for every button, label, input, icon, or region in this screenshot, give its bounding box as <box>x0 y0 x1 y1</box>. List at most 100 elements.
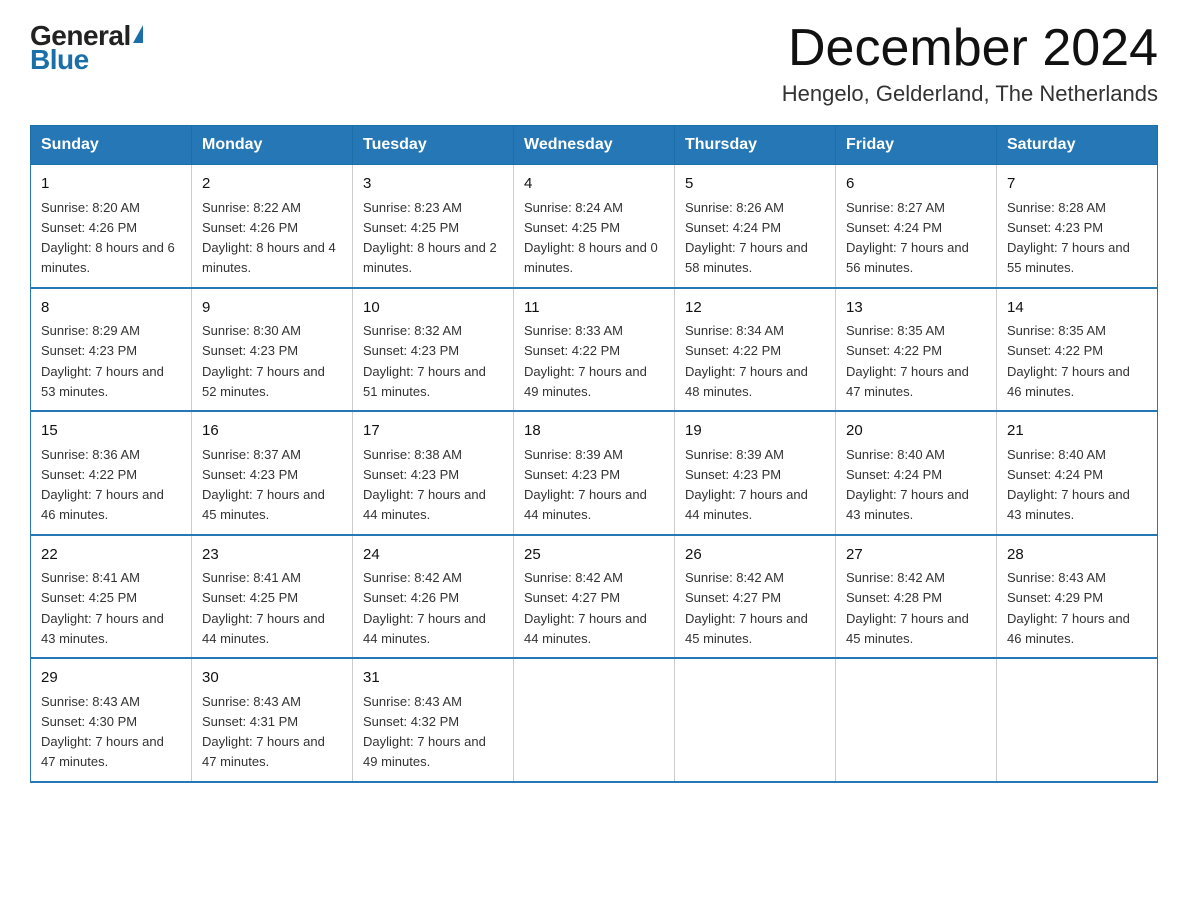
day-info: Sunrise: 8:36 AMSunset: 4:22 PMDaylight:… <box>41 447 164 523</box>
calendar-cell: 3 Sunrise: 8:23 AMSunset: 4:25 PMDaylight… <box>353 165 514 288</box>
day-info: Sunrise: 8:22 AMSunset: 4:26 PMDaylight:… <box>202 200 336 276</box>
calendar-cell: 12 Sunrise: 8:34 AMSunset: 4:22 PMDayligh… <box>675 288 836 412</box>
calendar-cell: 11Sunrise: 8:33 AMSunset: 4:22 PMDayligh… <box>514 288 675 412</box>
calendar-cell: 16Sunrise: 8:37 AMSunset: 4:23 PMDayligh… <box>192 411 353 535</box>
calendar-cell: 19 Sunrise: 8:39 AMSunset: 4:23 PMDayligh… <box>675 411 836 535</box>
calendar-cell: 28 Sunrise: 8:43 AMSunset: 4:29 PMDayligh… <box>997 535 1158 659</box>
day-info: Sunrise: 8:30 AMSunset: 4:23 PMDaylight:… <box>202 323 325 399</box>
day-number: 31 <box>363 667 503 690</box>
calendar-cell: 2 Sunrise: 8:22 AMSunset: 4:26 PMDaylight… <box>192 165 353 288</box>
day-number: 8 <box>41 297 181 320</box>
day-number: 21 <box>1007 420 1147 443</box>
calendar-cell: 7 Sunrise: 8:28 AMSunset: 4:23 PMDaylight… <box>997 165 1158 288</box>
day-info: Sunrise: 8:39 AMSunset: 4:23 PMDaylight:… <box>524 447 647 523</box>
day-info: Sunrise: 8:39 AMSunset: 4:23 PMDaylight:… <box>685 447 808 523</box>
calendar-cell: 30Sunrise: 8:43 AMSunset: 4:31 PMDayligh… <box>192 658 353 782</box>
calendar-cell: 4 Sunrise: 8:24 AMSunset: 4:25 PMDaylight… <box>514 165 675 288</box>
day-number: 4 <box>524 173 664 196</box>
calendar-cell <box>836 658 997 782</box>
logo: General Blue <box>30 20 143 76</box>
day-info: Sunrise: 8:27 AMSunset: 4:24 PMDaylight:… <box>846 200 969 276</box>
day-info: Sunrise: 8:32 AMSunset: 4:23 PMDaylight:… <box>363 323 486 399</box>
calendar-cell: 10Sunrise: 8:32 AMSunset: 4:23 PMDayligh… <box>353 288 514 412</box>
day-info: Sunrise: 8:41 AMSunset: 4:25 PMDaylight:… <box>41 570 164 646</box>
day-info: Sunrise: 8:28 AMSunset: 4:23 PMDaylight:… <box>1007 200 1130 276</box>
calendar-cell: 20 Sunrise: 8:40 AMSunset: 4:24 PMDayligh… <box>836 411 997 535</box>
header-tuesday: Tuesday <box>353 126 514 165</box>
day-number: 2 <box>202 173 342 196</box>
day-info: Sunrise: 8:29 AMSunset: 4:23 PMDaylight:… <box>41 323 164 399</box>
day-info: Sunrise: 8:43 AMSunset: 4:32 PMDaylight:… <box>363 694 486 770</box>
day-info: Sunrise: 8:42 AMSunset: 4:28 PMDaylight:… <box>846 570 969 646</box>
day-info: Sunrise: 8:34 AMSunset: 4:22 PMDaylight:… <box>685 323 808 399</box>
day-number: 16 <box>202 420 342 443</box>
calendar-cell: 15 Sunrise: 8:36 AMSunset: 4:22 PMDayligh… <box>31 411 192 535</box>
day-info: Sunrise: 8:41 AMSunset: 4:25 PMDaylight:… <box>202 570 325 646</box>
calendar-cell <box>675 658 836 782</box>
day-number: 23 <box>202 544 342 567</box>
calendar-table: SundayMondayTuesdayWednesdayThursdayFrid… <box>30 125 1158 783</box>
location-subtitle: Hengelo, Gelderland, The Netherlands <box>782 81 1158 107</box>
day-number: 12 <box>685 297 825 320</box>
calendar-week-row: 1 Sunrise: 8:20 AMSunset: 4:26 PMDaylight… <box>31 165 1158 288</box>
day-info: Sunrise: 8:24 AMSunset: 4:25 PMDaylight:… <box>524 200 658 276</box>
calendar-week-row: 22 Sunrise: 8:41 AMSunset: 4:25 PMDayligh… <box>31 535 1158 659</box>
logo-triangle-icon <box>133 25 143 43</box>
calendar-cell: 21Sunrise: 8:40 AMSunset: 4:24 PMDayligh… <box>997 411 1158 535</box>
day-number: 11 <box>524 297 664 320</box>
day-number: 18 <box>524 420 664 443</box>
day-info: Sunrise: 8:35 AMSunset: 4:22 PMDaylight:… <box>1007 323 1130 399</box>
calendar-cell: 13Sunrise: 8:35 AMSunset: 4:22 PMDayligh… <box>836 288 997 412</box>
month-year-title: December 2024 <box>782 20 1158 77</box>
day-number: 9 <box>202 297 342 320</box>
header-saturday: Saturday <box>997 126 1158 165</box>
day-info: Sunrise: 8:43 AMSunset: 4:30 PMDaylight:… <box>41 694 164 770</box>
day-number: 26 <box>685 544 825 567</box>
day-info: Sunrise: 8:40 AMSunset: 4:24 PMDaylight:… <box>846 447 969 523</box>
day-number: 17 <box>363 420 503 443</box>
day-info: Sunrise: 8:38 AMSunset: 4:23 PMDaylight:… <box>363 447 486 523</box>
day-info: Sunrise: 8:43 AMSunset: 4:29 PMDaylight:… <box>1007 570 1130 646</box>
calendar-cell: 8 Sunrise: 8:29 AMSunset: 4:23 PMDaylight… <box>31 288 192 412</box>
day-number: 3 <box>363 173 503 196</box>
calendar-cell: 27 Sunrise: 8:42 AMSunset: 4:28 PMDayligh… <box>836 535 997 659</box>
header-thursday: Thursday <box>675 126 836 165</box>
day-info: Sunrise: 8:26 AMSunset: 4:24 PMDaylight:… <box>685 200 808 276</box>
page-header: General Blue December 2024 Hengelo, Geld… <box>30 20 1158 107</box>
calendar-cell: 29Sunrise: 8:43 AMSunset: 4:30 PMDayligh… <box>31 658 192 782</box>
calendar-cell: 17 Sunrise: 8:38 AMSunset: 4:23 PMDayligh… <box>353 411 514 535</box>
day-info: Sunrise: 8:42 AMSunset: 4:27 PMDaylight:… <box>524 570 647 646</box>
calendar-cell: 25Sunrise: 8:42 AMSunset: 4:27 PMDayligh… <box>514 535 675 659</box>
day-info: Sunrise: 8:43 AMSunset: 4:31 PMDaylight:… <box>202 694 325 770</box>
day-number: 7 <box>1007 173 1147 196</box>
day-number: 28 <box>1007 544 1147 567</box>
day-number: 27 <box>846 544 986 567</box>
day-info: Sunrise: 8:23 AMSunset: 4:25 PMDaylight:… <box>363 200 497 276</box>
day-number: 6 <box>846 173 986 196</box>
logo-blue-text: Blue <box>30 44 89 76</box>
calendar-cell: 22 Sunrise: 8:41 AMSunset: 4:25 PMDayligh… <box>31 535 192 659</box>
day-number: 20 <box>846 420 986 443</box>
header-sunday: Sunday <box>31 126 192 165</box>
day-number: 14 <box>1007 297 1147 320</box>
day-number: 24 <box>363 544 503 567</box>
calendar-week-row: 15 Sunrise: 8:36 AMSunset: 4:22 PMDayligh… <box>31 411 1158 535</box>
calendar-cell: 1 Sunrise: 8:20 AMSunset: 4:26 PMDaylight… <box>31 165 192 288</box>
calendar-cell: 9 Sunrise: 8:30 AMSunset: 4:23 PMDaylight… <box>192 288 353 412</box>
title-section: December 2024 Hengelo, Gelderland, The N… <box>782 20 1158 107</box>
day-number: 19 <box>685 420 825 443</box>
day-info: Sunrise: 8:42 AMSunset: 4:26 PMDaylight:… <box>363 570 486 646</box>
day-number: 15 <box>41 420 181 443</box>
day-number: 13 <box>846 297 986 320</box>
calendar-cell: 31 Sunrise: 8:43 AMSunset: 4:32 PMDayligh… <box>353 658 514 782</box>
calendar-cell: 5Sunrise: 8:26 AMSunset: 4:24 PMDaylight… <box>675 165 836 288</box>
day-info: Sunrise: 8:42 AMSunset: 4:27 PMDaylight:… <box>685 570 808 646</box>
calendar-cell <box>514 658 675 782</box>
calendar-cell: 6 Sunrise: 8:27 AMSunset: 4:24 PMDaylight… <box>836 165 997 288</box>
header-wednesday: Wednesday <box>514 126 675 165</box>
day-number: 22 <box>41 544 181 567</box>
day-number: 1 <box>41 173 181 196</box>
calendar-cell: 18 Sunrise: 8:39 AMSunset: 4:23 PMDayligh… <box>514 411 675 535</box>
day-info: Sunrise: 8:20 AMSunset: 4:26 PMDaylight:… <box>41 200 175 276</box>
header-friday: Friday <box>836 126 997 165</box>
